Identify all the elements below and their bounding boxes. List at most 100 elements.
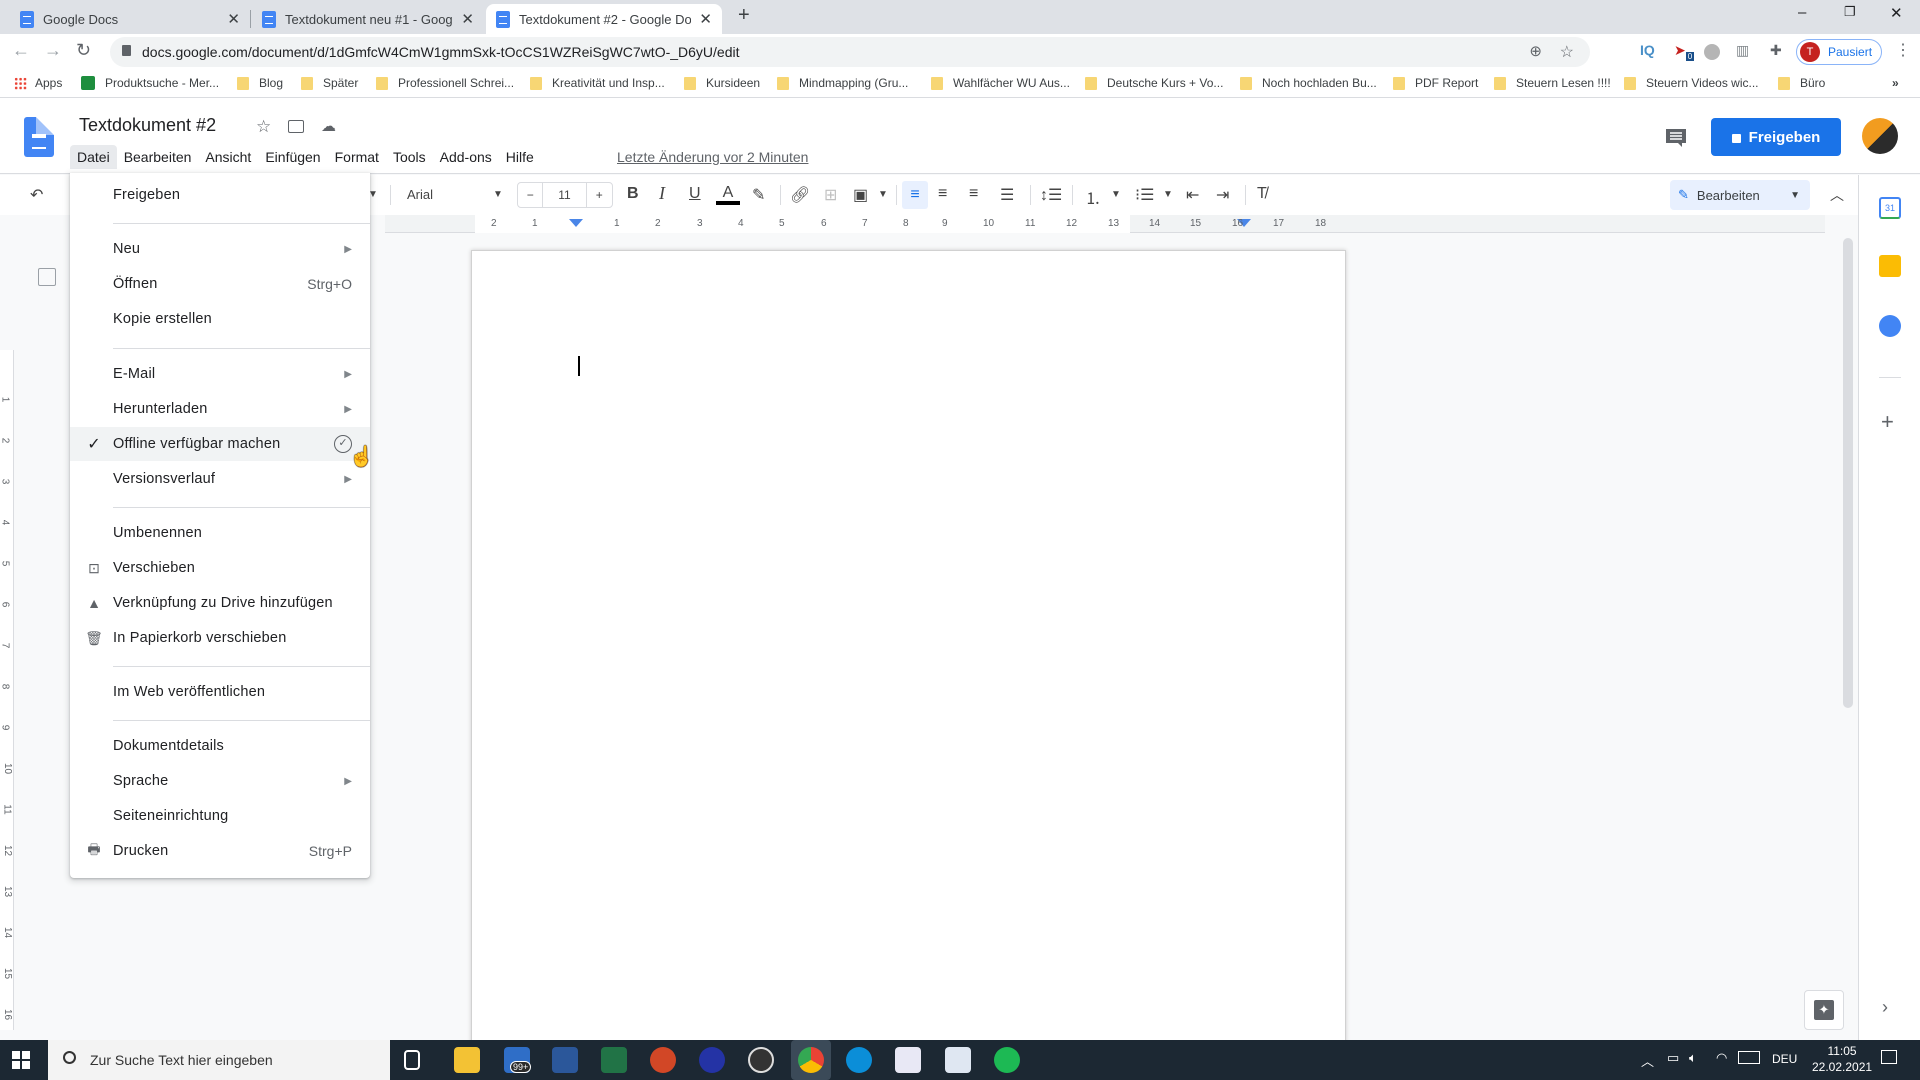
browser-menu-icon[interactable]: ⋮: [1895, 40, 1911, 60]
show-hidden-icons[interactable]: ︿: [1641, 1051, 1654, 1070]
add-addon-icon[interactable]: +: [1881, 409, 1894, 435]
input-language[interactable]: DEU: [1772, 1052, 1797, 1066]
bookmark-apps[interactable]: Apps: [14, 76, 62, 90]
app-icon[interactable]: [945, 1047, 971, 1073]
numbered-list-dropdown-icon[interactable]: ▼: [1111, 189, 1121, 200]
vertical-ruler[interactable]: 1 2 3 4 5 6 7 8 9 10 11 12 13 14 15 16: [0, 350, 14, 1030]
decrease-font-size-button[interactable]: −: [518, 183, 544, 207]
increase-indent-icon[interactable]: ⇥: [1216, 185, 1229, 205]
clock[interactable]: 11:05 22.02.2021: [1812, 1043, 1872, 1075]
editing-mode-select[interactable]: ✎ Bearbeiten ▼: [1670, 180, 1810, 210]
bookmark-folder[interactable]: Später: [301, 76, 358, 90]
mail-icon[interactable]: 99+: [504, 1047, 532, 1073]
chrome-icon[interactable]: [791, 1040, 831, 1080]
restore-window-icon[interactable]: ❐: [1844, 4, 1856, 20]
numbered-list-icon[interactable]: ⒈: [1085, 185, 1101, 209]
collapse-toolbar-icon[interactable]: ︿: [1830, 185, 1844, 205]
document-title[interactable]: Textdokument #2: [79, 115, 216, 136]
close-window-icon[interactable]: ✕: [1890, 4, 1903, 22]
font-dropdown-arrow-icon[interactable]: ▼: [493, 189, 503, 200]
align-center-icon[interactable]: ≡: [938, 185, 947, 203]
document-page[interactable]: [472, 251, 1345, 1051]
browser-tab[interactable]: Textdokument neu #1 - Google D ✕: [252, 4, 484, 34]
powerpoint-icon[interactable]: [650, 1047, 676, 1073]
obs-icon[interactable]: [748, 1047, 774, 1073]
left-indent-marker[interactable]: [569, 219, 583, 227]
menu-einfuegen[interactable]: Einfügen: [258, 145, 327, 169]
bookmark-folder[interactable]: Wahlfächer WU Aus...: [931, 76, 1070, 90]
browser-tab[interactable]: Google Docs ✕: [10, 4, 250, 34]
more-bookmarks-button[interactable]: »: [1892, 76, 1899, 90]
font-select[interactable]: Arial: [407, 187, 433, 202]
highlight-icon[interactable]: ✎: [752, 185, 765, 205]
clear-formatting-icon[interactable]: T̸: [1257, 185, 1267, 203]
minimize-window-icon[interactable]: –: [1798, 4, 1806, 21]
menu-hilfe[interactable]: Hilfe: [499, 145, 541, 169]
keyboard-icon[interactable]: [1738, 1051, 1760, 1064]
menu-item-open[interactable]: Öffnen Strg+O: [70, 267, 370, 301]
text-color-icon[interactable]: A: [716, 185, 740, 205]
bookmark-folder[interactable]: Professionell Schrei...: [376, 76, 514, 90]
align-right-icon[interactable]: ≡: [969, 185, 978, 203]
menu-bearbeiten[interactable]: Bearbeiten: [117, 145, 199, 169]
camera-icon[interactable]: ▭: [1667, 1050, 1679, 1066]
app-icon[interactable]: [699, 1047, 725, 1073]
adblock-icon[interactable]: [1704, 44, 1720, 60]
menu-item-email[interactable]: E-Mail ▶: [70, 357, 370, 391]
bulleted-list-dropdown-icon[interactable]: ▼: [1163, 189, 1173, 200]
font-size-input[interactable]: 11: [543, 183, 587, 207]
underline-icon[interactable]: U: [689, 185, 701, 203]
menu-item-move-to-trash[interactable]: 🗑︎ In Papierkorb verschieben: [70, 621, 370, 655]
bookmark-folder[interactable]: Kursideen: [684, 76, 760, 90]
menu-item-add-shortcut-drive[interactable]: ▲ Verknüpfung zu Drive hinzufügen: [70, 586, 370, 620]
app-icon[interactable]: [895, 1047, 921, 1073]
decrease-indent-icon[interactable]: ⇤: [1186, 185, 1199, 205]
menu-item-language[interactable]: Sprache ▶: [70, 764, 370, 798]
menu-datei[interactable]: Datei: [70, 145, 117, 169]
comment-history-icon[interactable]: [1664, 127, 1688, 147]
menu-item-print[interactable]: 🖶︎ Drucken Strg+P: [70, 834, 370, 868]
menu-item-download[interactable]: Herunterladen ▶: [70, 392, 370, 426]
bookmark-folder[interactable]: Mindmapping (Gru...: [777, 76, 908, 90]
undo-icon[interactable]: ↶: [30, 185, 43, 205]
menu-item-share[interactable]: Freigeben: [70, 178, 370, 212]
bookmark-folder[interactable]: Steuern Lesen !!!!: [1494, 76, 1611, 90]
menu-addons[interactable]: Add-ons: [433, 145, 499, 169]
add-comment-icon[interactable]: ⊞: [824, 185, 837, 205]
close-tab-icon[interactable]: ✕: [227, 10, 240, 28]
word-icon[interactable]: [552, 1047, 578, 1073]
star-bookmark-icon[interactable]: ☆: [1560, 42, 1574, 62]
bookmark-folder[interactable]: PDF Report: [1393, 76, 1478, 90]
calendar-icon[interactable]: 31: [1879, 197, 1901, 219]
url-text[interactable]: docs.google.com/document/d/1dGmfcW4CmW1g…: [142, 44, 740, 60]
menu-item-move[interactable]: ⊡ Verschieben: [70, 551, 370, 585]
italic-icon[interactable]: I: [659, 183, 665, 204]
bulleted-list-icon[interactable]: ⁝☰: [1135, 185, 1154, 205]
new-tab-button[interactable]: +: [738, 4, 750, 27]
stats-extension-icon[interactable]: ▥: [1736, 42, 1749, 59]
keep-icon[interactable]: [1879, 255, 1901, 277]
bird-extension-icon[interactable]: ➤ 0: [1674, 42, 1695, 61]
close-tab-icon[interactable]: ✕: [461, 10, 474, 28]
menu-item-make-available-offline[interactable]: ✓ Offline verfügbar machen ✓: [70, 427, 370, 461]
cloud-saved-icon[interactable]: ☁: [321, 117, 336, 135]
bookmark-folder[interactable]: Steuern Videos wic...: [1624, 76, 1759, 90]
file-explorer-icon[interactable]: [454, 1047, 480, 1073]
horizontal-ruler[interactable]: 2 1 1 2 3 4 5 6 7 8 9 10 11 12 13 14 15 …: [385, 215, 1825, 233]
back-icon[interactable]: ←: [12, 40, 30, 61]
profile-button[interactable]: T Pausiert: [1796, 39, 1882, 65]
menu-item-publish-web[interactable]: Im Web veröffentlichen: [70, 675, 370, 709]
spotify-icon[interactable]: [994, 1047, 1020, 1073]
address-bar[interactable]: docs.google.com/document/d/1dGmfcW4CmW1g…: [110, 37, 1590, 67]
notifications-icon[interactable]: [1881, 1050, 1897, 1064]
menu-tools[interactable]: Tools: [386, 145, 433, 169]
bookmark-item[interactable]: Produktsuche - Mer...: [81, 76, 219, 90]
bookmark-folder[interactable]: Büro: [1778, 76, 1825, 90]
menu-item-version-history[interactable]: Versionsverlauf ▶: [70, 462, 370, 496]
menu-item-rename[interactable]: Umbenennen: [70, 516, 370, 550]
hide-side-panel-icon[interactable]: ›: [1882, 997, 1888, 1018]
align-left-icon[interactable]: ≡: [902, 181, 928, 209]
browser-tab-active[interactable]: Textdokument #2 - Google Docs ✕: [486, 4, 722, 34]
network-icon[interactable]: ◠: [1716, 1050, 1727, 1066]
reload-icon[interactable]: ↻: [76, 40, 91, 61]
